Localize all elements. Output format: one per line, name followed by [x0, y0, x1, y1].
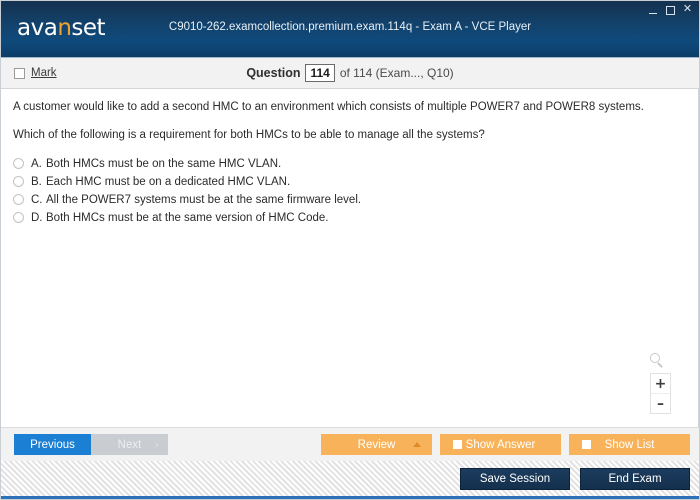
show-answer-button-label: Show Answer	[465, 438, 536, 451]
minimize-icon[interactable]	[648, 4, 659, 15]
answer-option-a-letter: A.	[31, 158, 42, 171]
answer-option-c-label: All the POWER7 systems must be at the sa…	[46, 194, 362, 207]
question-stem-line1: A customer would like to add a second HM…	[13, 101, 644, 113]
answer-option-b[interactable]: B. Each HMC must be on a dedicated HMC VL…	[13, 173, 698, 191]
show-list-button[interactable]: Show List	[569, 434, 690, 455]
question-number-input[interactable]: 114	[305, 64, 335, 82]
answer-option-b-label: Each HMC must be on a dedicated HMC VLAN…	[46, 176, 291, 189]
previous-button[interactable]: Previous	[14, 434, 91, 455]
answer-option-c-text: C. All the POWER7 systems must be at the …	[31, 191, 361, 209]
chevron-right-icon: ›	[154, 438, 159, 451]
radio-option-a[interactable]	[13, 158, 24, 170]
logo-text-highlight: n	[57, 14, 72, 41]
magnifier-icon[interactable]	[650, 353, 666, 369]
logo-text-part2: set	[71, 14, 106, 41]
navigation-buttons: Previous Next ›	[14, 434, 168, 455]
answer-option-a-label: Both HMCs must be on the same HMC VLAN.	[46, 158, 282, 171]
question-counter: Question 114 of 114 (Exam..., Q10)	[1, 64, 699, 82]
action-buttons: Review Show Answer Show List	[321, 434, 690, 455]
mark-control[interactable]: Mark	[14, 67, 57, 79]
answer-option-a[interactable]: A. Both HMCs must be on the same HMC VLAN…	[13, 155, 698, 173]
status-bar: Save Session End Exam	[1, 461, 699, 499]
answer-option-d[interactable]: D. Both HMCs must be at the same version …	[13, 209, 698, 227]
window-title: C9010-262.examcollection.premium.exam.11…	[168, 21, 532, 33]
window-controls: ✕	[648, 3, 693, 15]
answer-option-a-text: A. Both HMCs must be on the same HMC VLAN…	[31, 155, 281, 173]
answer-option-b-letter: B.	[31, 176, 42, 189]
answer-options-list: A. Both HMCs must be on the same HMC VLAN…	[1, 155, 698, 227]
square-icon	[582, 440, 591, 449]
question-stem-line2: Which of the following is a requirement …	[13, 128, 485, 141]
square-icon	[453, 440, 462, 449]
answer-option-c-letter: C.	[31, 194, 43, 207]
radio-option-d[interactable]	[13, 212, 24, 224]
save-session-button[interactable]: Save Session	[460, 467, 570, 490]
zoom-control: + –	[650, 373, 671, 414]
answer-option-d-text: D. Both HMCs must be at the same version …	[31, 209, 329, 227]
magnifier-handle	[657, 362, 663, 368]
answer-option-b-text: B. Each HMC must be on a dedicated HMC VL…	[31, 173, 290, 191]
action-bar: Previous Next › Review Show Answer Show …	[1, 427, 699, 461]
show-list-button-label: Show List	[604, 438, 655, 451]
title-bar: avanset C9010-262.examcollection.premium…	[1, 1, 699, 58]
maximize-icon[interactable]	[666, 5, 675, 15]
zoom-in-button[interactable]: +	[651, 374, 670, 394]
question-label: Question	[246, 66, 301, 80]
show-answer-button[interactable]: Show Answer	[440, 434, 561, 455]
next-button[interactable]: Next ›	[91, 434, 168, 455]
radio-option-b[interactable]	[13, 176, 24, 188]
zoom-out-button[interactable]: –	[651, 394, 670, 413]
question-content-area: A customer would like to add a second HM…	[1, 89, 699, 427]
vce-player-window: avanset C9010-262.examcollection.premium…	[0, 0, 700, 500]
logo-text-part1: ava	[17, 14, 58, 41]
question-total-label: of 114 (Exam..., Q10)	[339, 66, 454, 80]
close-icon[interactable]: ✕	[682, 3, 693, 15]
mark-label: Mark	[31, 67, 57, 79]
end-exam-button[interactable]: End Exam	[580, 467, 690, 490]
chevron-up-icon	[413, 442, 421, 447]
answer-option-d-letter: D.	[31, 212, 43, 225]
radio-option-c[interactable]	[13, 194, 24, 206]
answer-option-d-label: Both HMCs must be at the same version of…	[46, 212, 329, 225]
avanset-logo: avanset	[17, 14, 106, 42]
answer-option-c[interactable]: C. All the POWER7 systems must be at the …	[13, 191, 698, 209]
next-button-label: Next	[117, 438, 142, 451]
question-toolbar: Mark Question 114 of 114 (Exam..., Q10)	[1, 58, 699, 89]
review-button-label: Review	[357, 438, 396, 451]
review-button[interactable]: Review	[321, 434, 432, 455]
mark-checkbox[interactable]	[14, 67, 25, 79]
